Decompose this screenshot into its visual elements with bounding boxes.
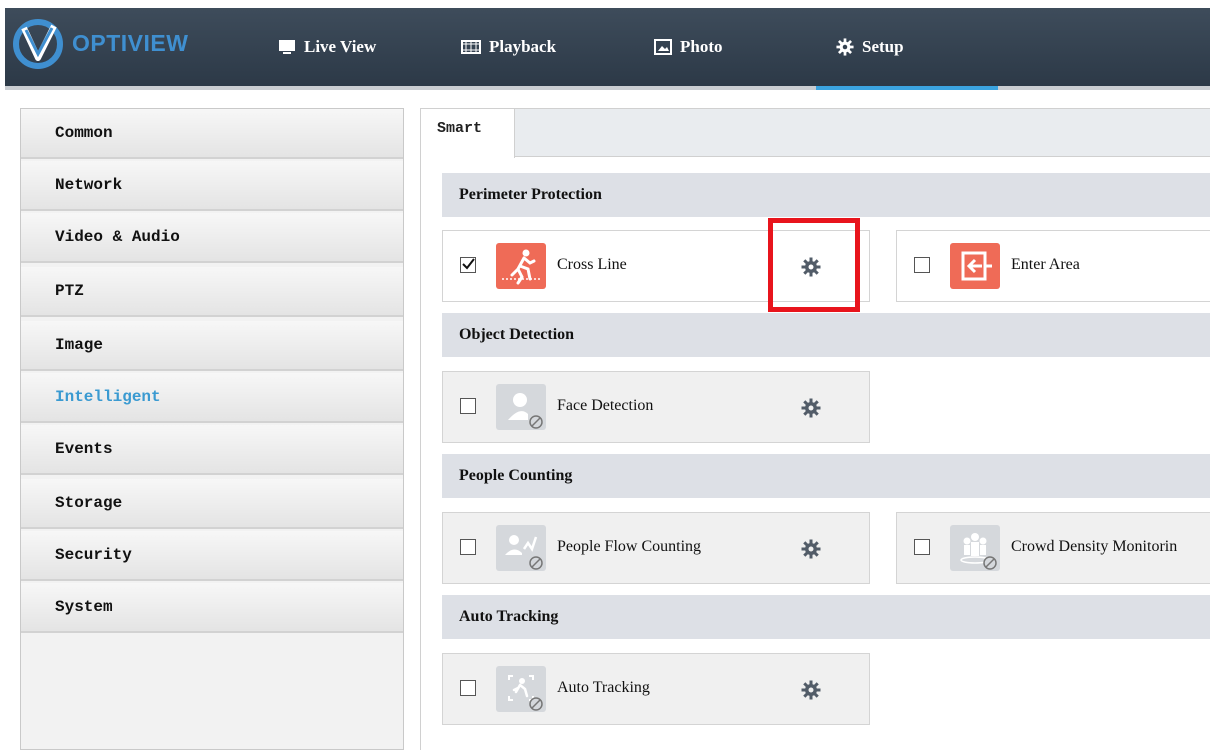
sidebar-item-intelligent[interactable]: Intelligent bbox=[21, 373, 403, 423]
sidebar-item-network[interactable]: Network bbox=[21, 161, 403, 211]
sidebar-item-storage[interactable]: Storage bbox=[21, 479, 403, 529]
face-detection-icon bbox=[496, 384, 546, 430]
nav-label: Photo bbox=[680, 37, 723, 56]
nav-label: Live View bbox=[304, 37, 377, 56]
crowd-disabled-icon bbox=[960, 533, 997, 570]
sidebar-item-ptz[interactable]: PTZ bbox=[21, 267, 403, 317]
people-flow-settings-gear-icon[interactable] bbox=[801, 539, 821, 559]
sidebar-item-system[interactable]: System bbox=[21, 583, 403, 633]
feature-label: Auto Tracking bbox=[557, 679, 650, 696]
tab-bar: Smart bbox=[421, 109, 1210, 158]
header-underline bbox=[5, 86, 1210, 90]
feature-crowd-density-monitoring: Crowd Density Monitorin bbox=[896, 512, 1210, 584]
feature-label: Crowd Density Monitorin bbox=[1011, 538, 1178, 555]
feature-label: People Flow Counting bbox=[557, 538, 702, 555]
feature-label: Face Detection bbox=[557, 397, 654, 414]
auto-tracking-checkbox[interactable] bbox=[460, 680, 476, 696]
nav-setup[interactable]: Setup bbox=[836, 36, 904, 58]
photo-icon bbox=[654, 39, 672, 55]
top-bar: OPTIVIEW Live View Playback Photo Setup bbox=[0, 0, 1210, 94]
settings-sidebar: Common Network Video & Audio PTZ Image I… bbox=[20, 108, 404, 750]
sidebar-item-video-audio[interactable]: Video & Audio bbox=[21, 213, 403, 263]
checkmark-icon bbox=[462, 258, 475, 270]
sidebar-item-security[interactable]: Security bbox=[21, 531, 403, 581]
feature-label: Cross Line bbox=[557, 256, 627, 273]
sidebar-item-common[interactable]: Common bbox=[21, 109, 403, 159]
people-flow-checkbox[interactable] bbox=[460, 539, 476, 555]
crowd-density-icon bbox=[950, 525, 1000, 571]
monitor-icon bbox=[279, 40, 295, 54]
main-content: Smart Perimeter Protection Cross Line En… bbox=[420, 108, 1210, 750]
brand-name: OPTIVIEW bbox=[72, 29, 189, 56]
crowd-density-checkbox[interactable] bbox=[914, 539, 930, 555]
tracking-disabled-icon bbox=[508, 675, 543, 711]
highlight-box bbox=[768, 218, 860, 312]
feature-auto-tracking: Auto Tracking bbox=[442, 653, 870, 725]
feature-label: Enter Area bbox=[1011, 256, 1080, 273]
nav-label: Playback bbox=[489, 37, 557, 56]
nav-live-view[interactable]: Live View bbox=[278, 36, 376, 58]
enter-area-checkbox[interactable] bbox=[914, 257, 930, 273]
nav-photo[interactable]: Photo bbox=[654, 36, 723, 58]
feature-people-flow-counting: People Flow Counting bbox=[442, 512, 870, 584]
face-detection-settings-gear-icon[interactable] bbox=[801, 398, 821, 418]
running-man-icon bbox=[502, 249, 540, 285]
section-header-auto-tracking: Auto Tracking bbox=[442, 595, 1210, 639]
film-icon bbox=[461, 40, 481, 54]
sidebar-item-events[interactable]: Events bbox=[21, 425, 403, 475]
feature-face-detection: Face Detection bbox=[442, 371, 870, 443]
people-flow-disabled-icon bbox=[505, 535, 543, 570]
auto-tracking-settings-gear-icon[interactable] bbox=[801, 680, 821, 700]
section-header-object-detection: Object Detection bbox=[442, 313, 1210, 357]
feature-enter-area: Enter Area bbox=[896, 230, 1210, 302]
enter-door-icon bbox=[961, 251, 992, 281]
cross-line-checkbox[interactable] bbox=[460, 257, 476, 273]
sidebar-item-image[interactable]: Image bbox=[21, 321, 403, 371]
section-header-perimeter-protection: Perimeter Protection bbox=[442, 173, 1210, 217]
nav-label: Setup bbox=[862, 37, 904, 56]
nav-playback[interactable]: Playback bbox=[461, 36, 556, 58]
enter-area-icon bbox=[950, 243, 1000, 289]
person-disabled-icon bbox=[508, 393, 543, 429]
cross-line-icon bbox=[496, 243, 546, 289]
auto-tracking-icon bbox=[496, 666, 546, 712]
section-header-people-counting: People Counting bbox=[442, 454, 1210, 498]
face-detection-checkbox[interactable] bbox=[460, 398, 476, 414]
people-flow-icon bbox=[496, 525, 546, 571]
nav-active-indicator bbox=[816, 86, 998, 90]
brand-logo: OPTIVIEW bbox=[10, 14, 260, 72]
gear-icon bbox=[836, 38, 854, 56]
optiview-logo-icon bbox=[13, 19, 63, 69]
tab-smart[interactable]: Smart bbox=[421, 109, 515, 158]
